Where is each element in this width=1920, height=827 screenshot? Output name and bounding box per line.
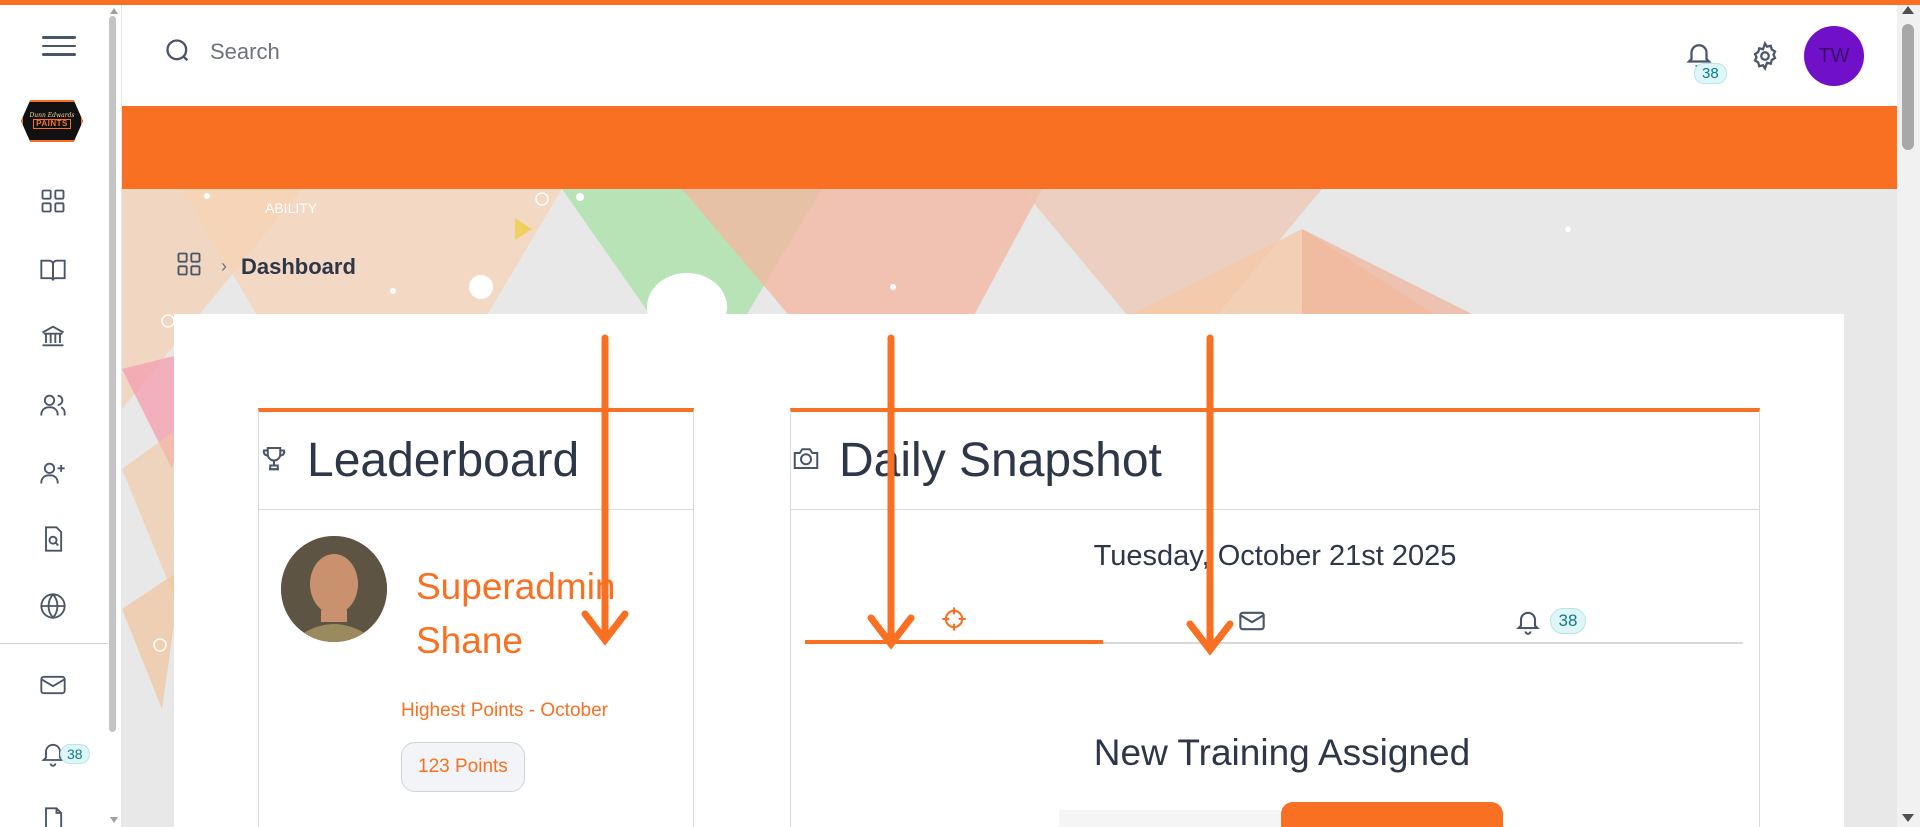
tab-notifications[interactable]: 38	[1401, 598, 1699, 644]
book-icon	[40, 259, 66, 281]
gear-icon[interactable]	[1750, 40, 1782, 73]
search-input[interactable]	[210, 35, 710, 69]
sidebar-item-reports[interactable]	[38, 524, 68, 554]
sidebar-item-institution[interactable]	[38, 321, 68, 351]
scroll-up-arrow[interactable]	[1902, 6, 1914, 14]
snapshot-date: Tuesday, October 21st 2025	[1093, 540, 1457, 572]
tab-messages[interactable]	[1103, 598, 1401, 644]
notification-badge: 38	[1549, 608, 1587, 634]
grid-icon[interactable]	[175, 250, 203, 283]
search-icon[interactable]	[164, 37, 192, 65]
top-accent-line	[0, 0, 1920, 5]
breadcrumb: › Dashboard	[175, 250, 356, 283]
scroll-down-arrow[interactable]	[1902, 814, 1914, 822]
tab-goals[interactable]	[805, 598, 1103, 644]
leaderboard-title: Leaderboard	[307, 434, 580, 487]
page-scrollbar[interactable]	[1897, 0, 1920, 827]
sidebar-item-dashboard[interactable]	[38, 186, 68, 216]
top-header: 38 TW	[122, 5, 1897, 106]
sidebar: Dunn Edwards PAINTS 38	[0, 0, 122, 827]
users-icon	[40, 394, 66, 416]
bell-icon	[1515, 611, 1540, 635]
sidebar-item-documents[interactable]	[38, 805, 68, 827]
banner-decor-text: ABILITY	[265, 200, 318, 216]
scroll-thumb[interactable]	[1902, 24, 1914, 150]
leader-photo	[281, 536, 387, 642]
sidebar-item-users[interactable]	[38, 390, 68, 420]
scroll-thumb[interactable]	[109, 16, 116, 732]
grid-icon	[41, 189, 65, 213]
user-plus-icon	[40, 462, 65, 484]
daily-snapshot-title: Daily Snapshot	[839, 434, 1162, 487]
dashboard-content: Leaderboard Superadmin Shane Highest Poi…	[174, 314, 1844, 827]
user-avatar[interactable]: TW	[1804, 26, 1864, 86]
section-heading: New Training Assigned	[1093, 732, 1471, 773]
sidebar-item-global[interactable]	[38, 591, 68, 621]
leader-subtitle: Highest Points - October	[401, 700, 608, 721]
bank-icon	[42, 325, 64, 347]
chevron-right-icon: ›	[221, 256, 227, 276]
leaderboard-panel: Leaderboard Superadmin Shane Highest Poi…	[258, 408, 694, 827]
training-card-accent[interactable]	[1281, 802, 1503, 827]
orange-banner	[122, 106, 1897, 189]
company-logo[interactable]: Dunn Edwards PAINTS	[21, 100, 83, 142]
page-title: Dashboard	[241, 253, 356, 279]
daily-snapshot-header: Daily Snapshot	[791, 412, 1759, 510]
snapshot-tabs: 38	[805, 598, 1743, 644]
mail-icon	[40, 675, 66, 695]
points-badge[interactable]: 123 Points	[401, 742, 525, 792]
mail-icon	[1239, 611, 1265, 631]
daily-snapshot-panel: Daily Snapshot Tuesday, October 21st 202…	[790, 408, 1760, 827]
target-icon	[942, 607, 966, 631]
sidebar-item-library[interactable]	[38, 255, 68, 285]
leaderboard-header: Leaderboard	[259, 412, 693, 510]
sidebar-item-add-user[interactable]	[38, 458, 68, 488]
trophy-icon	[259, 443, 289, 478]
leader-name[interactable]: Superadmin Shane	[416, 560, 656, 668]
sidebar-scrollbar[interactable]	[108, 8, 118, 823]
globe-icon	[40, 592, 66, 620]
scroll-down-arrow[interactable]	[110, 817, 118, 823]
document-icon	[45, 807, 63, 827]
sidebar-divider	[0, 643, 108, 644]
notification-badge: 38	[1694, 63, 1727, 84]
menu-icon[interactable]	[42, 36, 76, 58]
camera-icon	[791, 443, 821, 478]
logo-text-bottom: PAINTS	[33, 118, 71, 130]
file-search-icon	[45, 526, 63, 552]
training-card-left	[1059, 810, 1281, 827]
notification-badge: 38	[60, 744, 90, 764]
sidebar-item-messages[interactable]	[38, 670, 68, 700]
scroll-up-arrow[interactable]	[110, 8, 118, 14]
